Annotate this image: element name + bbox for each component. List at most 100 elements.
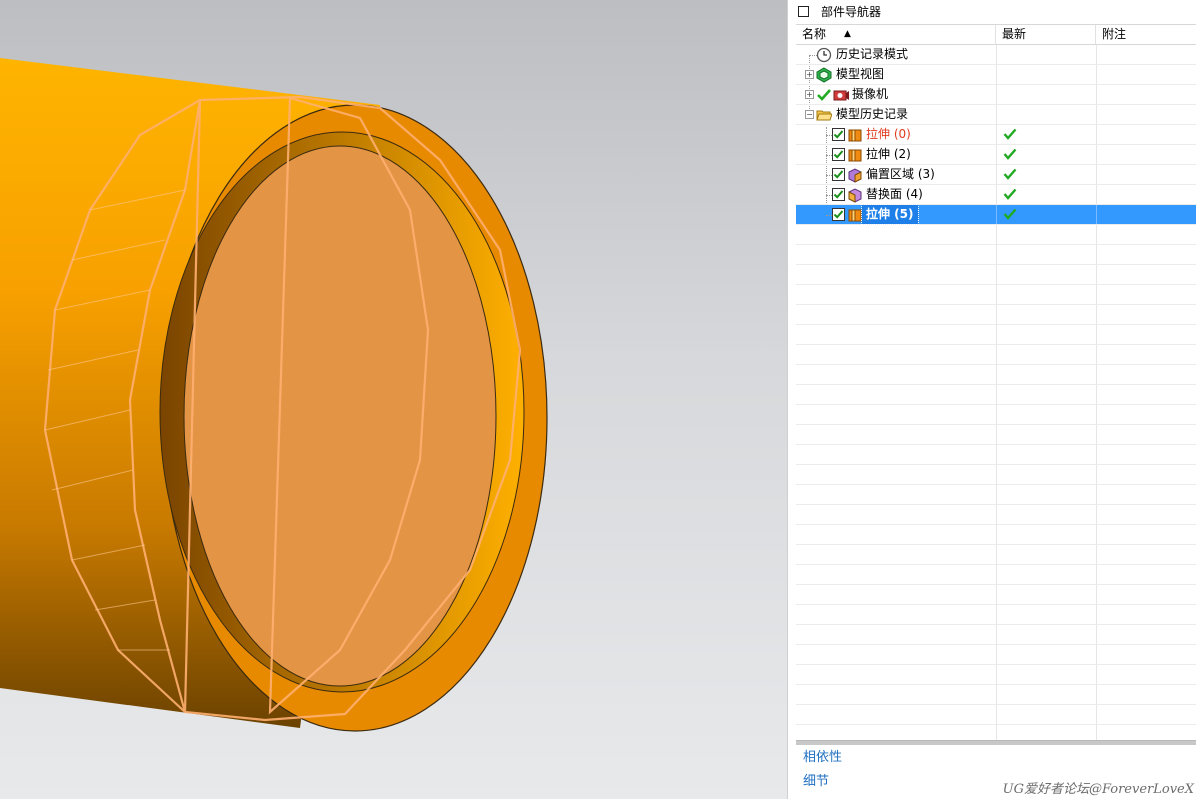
latest-cell: [996, 145, 1097, 164]
expand-toggle[interactable]: +: [805, 70, 814, 79]
latest-check-icon: [1003, 208, 1017, 220]
visibility-checkbox[interactable]: [832, 168, 845, 181]
empty-row: [796, 245, 1196, 265]
empty-row: [796, 325, 1196, 345]
tree-label: 模型历史记录: [836, 107, 909, 121]
column-latest[interactable]: 最新: [996, 25, 1096, 44]
column-name[interactable]: 名称 ▲: [796, 25, 996, 44]
empty-row: [796, 685, 1196, 705]
tree-row-feature[interactable]: 拉伸 (0): [796, 125, 1196, 145]
tree-row-feature[interactable]: 替换面 (4): [796, 185, 1196, 205]
empty-row: [796, 665, 1196, 685]
latest-cell: [996, 165, 1097, 184]
column-notes[interactable]: 附注: [1096, 25, 1196, 44]
tree-row-feature-selected[interactable]: 拉伸 (5): [796, 204, 1196, 225]
latest-cell: [996, 65, 1097, 84]
tree-label: 偏置区域 (3): [866, 167, 935, 181]
empty-row: [796, 565, 1196, 585]
camera-icon: [833, 90, 849, 101]
extrude-icon: [848, 129, 862, 142]
column-latest-label: 最新: [1002, 27, 1027, 41]
collapse-toggle[interactable]: −: [805, 110, 814, 119]
model-views-icon: [816, 67, 832, 83]
latest-cell: [996, 85, 1097, 104]
empty-row: [796, 345, 1196, 365]
empty-row: [796, 705, 1196, 725]
latest-check-icon: [1003, 148, 1017, 160]
tree-label: 替换面 (4): [866, 187, 923, 201]
visibility-checkbox[interactable]: [832, 148, 845, 161]
empty-row: [796, 545, 1196, 565]
empty-row: [796, 725, 1196, 740]
notes-cell: [1096, 105, 1196, 124]
part-navigator: 部件导航器 名称 ▲ 最新 附注 历史记录模式 + 模型视图 + 摄像机 − 模…: [787, 0, 1196, 799]
visibility-checkbox[interactable]: [832, 188, 845, 201]
empty-row: [796, 385, 1196, 405]
expand-toggle[interactable]: +: [805, 90, 814, 99]
empty-row: [796, 465, 1196, 485]
notes-cell: [1096, 125, 1196, 144]
empty-row: [796, 225, 1196, 245]
checkbox-check-icon: [833, 190, 844, 199]
tree-label: 拉伸 (2): [866, 147, 911, 161]
column-header: 名称 ▲ 最新 附注: [796, 24, 1196, 45]
checkbox-check-icon: [833, 150, 844, 159]
empty-row: [796, 365, 1196, 385]
tree-row-history-mode[interactable]: 历史记录模式: [796, 45, 1196, 65]
checkbox-check-icon: [833, 170, 844, 179]
empty-row: [796, 305, 1196, 325]
checkbox-check-icon: [833, 210, 844, 219]
latest-check-icon: [1003, 188, 1017, 200]
empty-row: [796, 605, 1196, 625]
graphics-viewport[interactable]: [0, 0, 787, 799]
cylinder-model: [0, 58, 548, 732]
replace-face-icon: [848, 188, 862, 203]
empty-row: [796, 485, 1196, 505]
navigator-tree[interactable]: 历史记录模式 + 模型视图 + 摄像机 − 模型历史记录 拉伸 (0) 拉伸 (…: [796, 45, 1196, 740]
tree-row-feature[interactable]: 偏置区域 (3): [796, 165, 1196, 185]
latest-cell: [996, 185, 1097, 204]
check-mark-icon: [817, 89, 831, 101]
empty-row: [796, 525, 1196, 545]
latest-check-icon: [1003, 128, 1017, 140]
clock-icon: [816, 47, 832, 63]
visibility-checkbox[interactable]: [832, 128, 845, 141]
panel-splitter[interactable]: [796, 740, 1196, 745]
notes-cell: [1096, 45, 1196, 64]
notes-cell: [1096, 205, 1196, 224]
column-notes-label: 附注: [1102, 27, 1127, 41]
tree-label: 拉伸 (5): [861, 204, 919, 225]
notes-cell: [1096, 85, 1196, 104]
dependencies-section[interactable]: 相依性: [796, 747, 1196, 769]
latest-cell: [996, 205, 1097, 224]
latest-cell: [996, 45, 1097, 64]
extrude-icon: [848, 209, 862, 222]
tree-row-camera[interactable]: + 摄像机: [796, 85, 1196, 105]
notes-cell: [1096, 145, 1196, 164]
tree-label: 拉伸 (0): [866, 127, 911, 141]
watermark: UG爱好者论坛@ForeverLoveX: [1002, 782, 1194, 797]
empty-row: [796, 285, 1196, 305]
latest-cell: [996, 125, 1097, 144]
empty-row: [796, 425, 1196, 445]
notes-cell: [1096, 185, 1196, 204]
sort-asc-icon: ▲: [844, 29, 851, 39]
tree-row-model-views[interactable]: + 模型视图: [796, 65, 1196, 85]
empty-row: [796, 265, 1196, 285]
empty-row: [796, 645, 1196, 665]
empty-row: [796, 585, 1196, 605]
navigator-title: 部件导航器: [821, 4, 882, 19]
navigator-titlebar: 部件导航器: [788, 0, 1196, 22]
tree-label: 摄像机: [852, 87, 889, 101]
folder-open-icon: [816, 110, 832, 121]
notes-cell: [1096, 65, 1196, 84]
offset-region-icon: [848, 168, 862, 183]
tree-row-feature[interactable]: 拉伸 (2): [796, 145, 1196, 165]
tree-label: 历史记录模式: [836, 47, 909, 61]
tree-row-model-history[interactable]: − 模型历史记录: [796, 105, 1196, 125]
empty-row: [796, 445, 1196, 465]
notes-cell: [1096, 165, 1196, 184]
empty-row: [796, 505, 1196, 525]
visibility-checkbox[interactable]: [832, 208, 845, 221]
window-icon[interactable]: [798, 5, 809, 17]
